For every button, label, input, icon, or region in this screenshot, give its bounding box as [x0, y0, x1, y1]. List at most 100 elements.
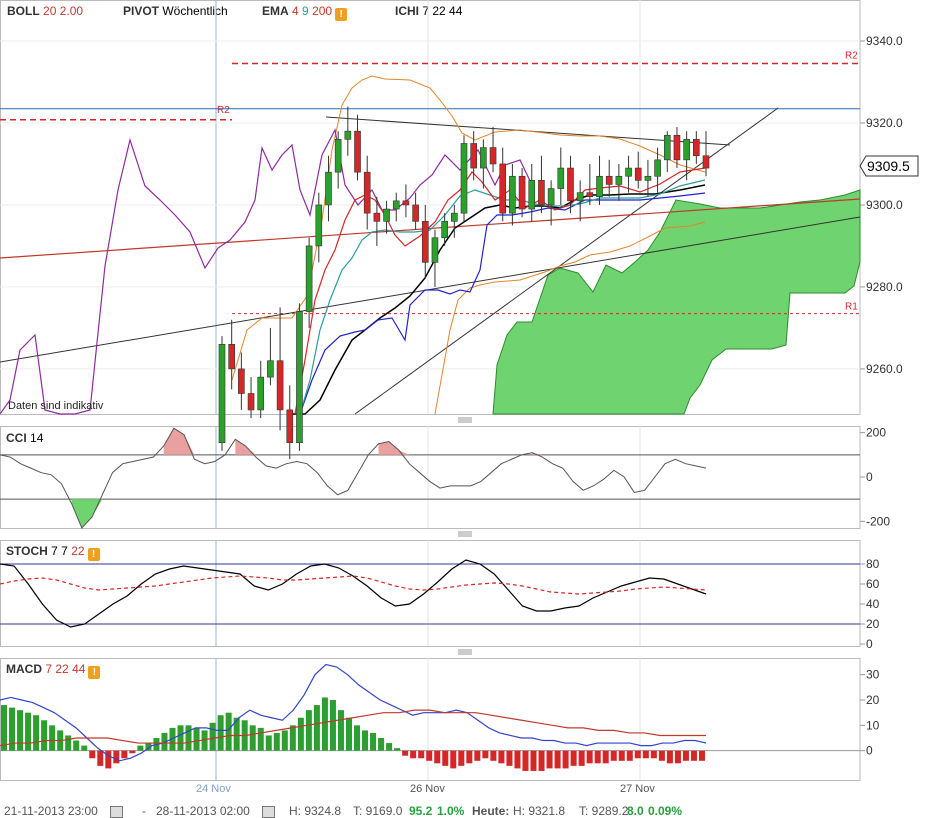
- range-from: 21-11-2013 23:00: [4, 804, 98, 818]
- macd-histogram-bar: [297, 717, 304, 751]
- macd-histogram-bar: [674, 750, 681, 764]
- range-dash: -: [142, 804, 146, 818]
- stoch-label[interactable]: STOCH 7 7 22!: [6, 544, 100, 561]
- macd-histogram-bar: [209, 722, 216, 751]
- macd-histogram-bar: [498, 750, 505, 764]
- y-tick-label: 200: [866, 426, 886, 440]
- candle: [315, 204, 323, 247]
- candle: [470, 143, 477, 169]
- macd-histogram-bar: [418, 750, 425, 759]
- candle: [654, 159, 661, 177]
- macd-histogram-bar: [81, 745, 88, 751]
- macd-histogram-bar: [289, 725, 296, 751]
- macd-histogram-bar: [666, 750, 673, 764]
- macd-histogram-bar: [177, 725, 184, 751]
- cci-label[interactable]: CCI 14: [6, 431, 43, 445]
- y-tick-label: 20: [866, 617, 880, 631]
- macd-histogram-bar: [217, 715, 224, 751]
- macd-histogram-bar: [281, 730, 288, 751]
- candle: [257, 376, 265, 411]
- y-tick-label: -200: [866, 514, 890, 528]
- macd-histogram-bar: [538, 750, 545, 771]
- macd-histogram-bar: [434, 750, 441, 764]
- candle: [489, 147, 497, 165]
- x-axis-label: 27 Nov: [620, 783, 655, 795]
- candle: [693, 139, 700, 157]
- macd-histogram-bar: [305, 710, 312, 751]
- macd-histogram-bar: [362, 730, 369, 751]
- macd-histogram-bar: [25, 712, 32, 751]
- macd-histogram-bar: [602, 750, 609, 764]
- period-change-pct: 1.0%: [437, 804, 465, 818]
- candle: [615, 175, 623, 185]
- pivot-r1-label: R1: [845, 302, 858, 313]
- macd-histogram-bar: [610, 750, 617, 761]
- today-change: 8.0: [627, 804, 644, 818]
- candle: [702, 155, 710, 169]
- macd-histogram-bar: [65, 735, 72, 751]
- candle: [634, 167, 642, 181]
- warning-icon[interactable]: !: [88, 666, 101, 679]
- macd-histogram-bar: [466, 750, 473, 764]
- macd-signal-line: [0, 709, 706, 747]
- macd-histogram-bar: [650, 750, 657, 759]
- candle: [247, 393, 255, 411]
- macd-histogram-bar: [49, 725, 56, 751]
- y-tick-label: 80: [866, 557, 880, 571]
- macd-histogram-bar: [185, 725, 192, 751]
- macd-histogram-bar: [698, 750, 705, 761]
- candle: [392, 200, 400, 210]
- macd-histogram-bar: [329, 700, 336, 751]
- macd-histogram-bar: [321, 697, 328, 751]
- macd-histogram-bar: [618, 750, 625, 761]
- macd-histogram-bar: [554, 750, 561, 769]
- candle: [683, 139, 690, 161]
- macd-label[interactable]: MACD 7 22 44!: [6, 662, 101, 679]
- period-low: T: 9169.0: [353, 804, 403, 818]
- candle: [286, 409, 294, 443]
- macd-histogram-bar: [458, 750, 465, 766]
- candle: [596, 175, 603, 198]
- macd-histogram-bar: [394, 748, 401, 751]
- y-tick-label: 10: [866, 718, 880, 732]
- macd-histogram-bar: [546, 750, 553, 769]
- x-axis-label: 24 Nov: [196, 783, 231, 795]
- macd-histogram-bar: [562, 750, 569, 769]
- macd-histogram-bar: [570, 750, 577, 766]
- candle: [267, 360, 274, 378]
- macd-histogram-bar: [586, 750, 593, 764]
- candle: [325, 171, 332, 206]
- macd-histogram-bar: [193, 727, 200, 751]
- candle: [334, 139, 342, 173]
- candle: [625, 167, 632, 177]
- candle: [431, 237, 439, 263]
- macd-histogram-bar: [1, 705, 8, 751]
- y-tick-label: 40: [866, 597, 880, 611]
- candle: [451, 212, 458, 222]
- chikou-line: [0, 128, 533, 415]
- candle: [441, 221, 448, 239]
- candle: [644, 175, 652, 181]
- macd-histogram-bar: [113, 750, 120, 764]
- y-tick-label: 9300.0: [866, 198, 903, 212]
- macd-histogram-bar: [378, 738, 385, 751]
- candle: [528, 180, 536, 210]
- today-change-pct: 0.09%: [648, 804, 683, 818]
- candle: [576, 192, 584, 202]
- disclaimer-note: Daten sind indikativ: [8, 400, 104, 412]
- candle: [363, 171, 371, 214]
- panel-frame: [0, 658, 861, 781]
- cci-overbought-area: [163, 428, 195, 455]
- candle: [228, 344, 235, 370]
- candle: [663, 134, 671, 161]
- macd-histogram-bar: [386, 743, 393, 751]
- macd-histogram-bar: [129, 750, 136, 754]
- stoch-d-line: [0, 575, 707, 595]
- candle: [586, 192, 594, 198]
- warning-icon[interactable]: !: [87, 548, 100, 561]
- candle: [305, 245, 313, 312]
- macd-histogram-bar: [682, 750, 689, 761]
- macd-histogram-bar: [410, 750, 417, 759]
- period-change: 95.2: [409, 804, 433, 818]
- macd-histogram-bar: [482, 750, 489, 759]
